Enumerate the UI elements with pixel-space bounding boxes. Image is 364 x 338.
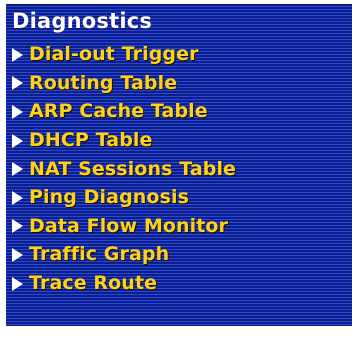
diagnostics-menu-panel: Diagnostics Dial-out Trigger Routing Tab… [6,4,352,326]
triangle-right-icon [12,104,23,119]
menu-item-routing-table[interactable]: Routing Table [12,69,236,98]
menu-item-arp-cache-table[interactable]: ARP Cache Table [12,97,236,126]
menu-item-label: NAT Sessions Table [29,157,237,180]
menu-item-label: Dial-out Trigger [29,43,199,66]
menu-item-data-flow-monitor[interactable]: Data Flow Monitor [12,212,236,241]
triangle-right-icon [12,133,23,148]
triangle-right-icon [12,219,23,234]
menu-item-label: DHCP Table [29,129,153,152]
menu-item-traffic-graph[interactable]: Traffic Graph [12,240,236,269]
menu-item-label: Traffic Graph [29,243,170,266]
menu-item-nat-sessions-table[interactable]: NAT Sessions Table [12,154,236,183]
triangle-right-icon [12,276,23,291]
menu-item-label: ARP Cache Table [29,100,208,123]
section-title: Diagnostics [12,9,153,33]
menu-item-label: Trace Route [29,272,158,295]
menu-item-label: Data Flow Monitor [29,214,229,237]
menu-item-dhcp-table[interactable]: DHCP Table [12,126,236,155]
triangle-right-icon [12,47,23,62]
menu-item-label: Routing Table [29,71,178,94]
diagnostics-menu: Dial-out Trigger Routing Table ARP Cache… [12,40,236,297]
triangle-right-icon [12,162,23,177]
menu-item-label: Ping Diagnosis [29,186,189,209]
menu-item-dial-out-trigger[interactable]: Dial-out Trigger [12,40,236,69]
triangle-right-icon [12,247,23,262]
triangle-right-icon [12,76,23,91]
menu-item-trace-route[interactable]: Trace Route [12,269,236,298]
triangle-right-icon [12,190,23,205]
menu-item-ping-diagnosis[interactable]: Ping Diagnosis [12,183,236,212]
